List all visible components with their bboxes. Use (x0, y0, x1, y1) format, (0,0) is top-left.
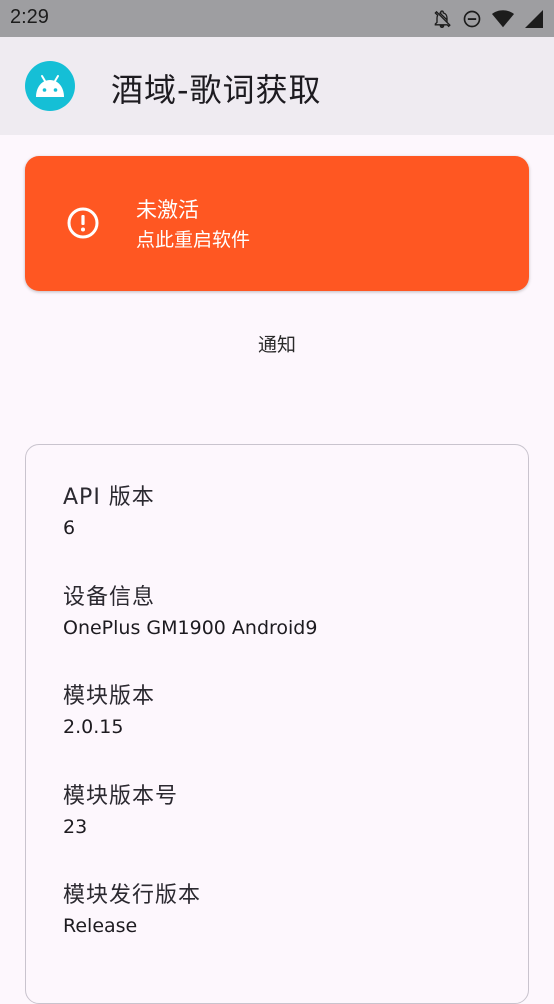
cellular-signal-icon (525, 9, 543, 28)
info-label: 模块版本 (63, 684, 156, 709)
app-title: 酒域-歌词获取 (111, 71, 322, 109)
info-item-release-channel: 模块发行版本 Release (63, 881, 201, 940)
info-label: 模块版本号 (63, 784, 179, 809)
info-value: Release (63, 915, 138, 937)
activation-status-card[interactable]: 未激活 点此重启软件 (25, 156, 529, 291)
restart-hint: 点此重启软件 (136, 229, 251, 251)
info-item-api-version: API 版本 6 (63, 483, 155, 542)
module-info-card: API 版本 6 设备信息 OnePlus GM1900 Android9 模块… (25, 444, 529, 1004)
info-value: 23 (63, 816, 88, 838)
notifications-off-icon (434, 9, 451, 28)
status-time: 2:29 (10, 6, 49, 28)
info-value: 2.0.15 (63, 716, 124, 738)
info-label: API 版本 (63, 485, 155, 510)
info-item-module-version-code: 模块版本号 23 (63, 782, 178, 841)
error-outline-icon (67, 207, 99, 239)
info-label: 设备信息 (63, 585, 156, 610)
activation-status-title: 未激活 (136, 198, 199, 222)
status-icons (432, 9, 544, 29)
info-item-module-version: 模块版本 2.0.15 (63, 682, 155, 741)
info-item-device-info: 设备信息 OnePlus GM1900 Android9 (63, 583, 317, 642)
android-robot-icon (25, 61, 75, 111)
status-bar: 2:29 (0, 0, 554, 37)
info-label: 模块发行版本 (63, 883, 202, 908)
info-value: 6 (63, 517, 76, 539)
do-not-disturb-icon (463, 10, 481, 27)
app-bar: 酒域-歌词获取 (0, 37, 554, 135)
notification-button[interactable]: 通知 (0, 330, 554, 360)
activation-status-text: 未激活 点此重启软件 (136, 195, 250, 255)
info-value: OnePlus GM1900 Android9 (63, 617, 318, 639)
wifi-icon (492, 9, 514, 27)
